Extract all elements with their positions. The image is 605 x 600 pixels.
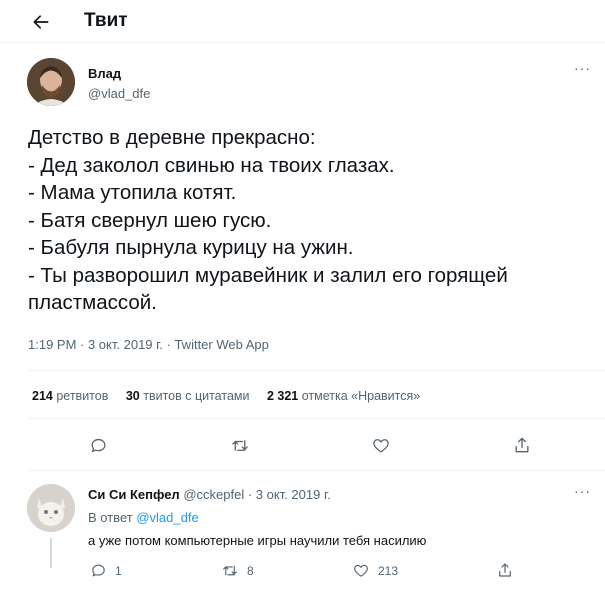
tweet-stats: 214 ретвитов 30 твитов с цитатами 2 321 … <box>32 389 434 403</box>
more-options-button[interactable]: ··· <box>574 60 591 76</box>
thread-line <box>50 538 52 568</box>
tweet-line: - Дед заколол свинью на твоих глазах. <box>28 153 395 177</box>
author-avatar[interactable] <box>27 58 75 106</box>
reply-share-button[interactable] <box>496 561 514 579</box>
retweet-button[interactable] <box>230 436 250 455</box>
share-button[interactable] <box>512 435 532 455</box>
quotes-stat[interactable]: 30 твитов с цитатами <box>126 389 250 403</box>
like-icon <box>373 439 389 453</box>
separator: · <box>244 487 256 502</box>
reply-to-line: В ответ @vlad_dfe <box>88 510 199 525</box>
tweet-line: - Мама утопила котят. <box>28 181 237 204</box>
tweet-line: - Батя свернул шею гусю. <box>28 208 272 232</box>
likes-stat[interactable]: 2 321 отметка «Нравится» <box>267 389 420 403</box>
tweet-line: - Ты разворошил муравейник и залил его г… <box>28 263 508 287</box>
retweet-icon <box>232 440 248 451</box>
reply-retweet-button[interactable]: 8 <box>221 562 254 579</box>
reply-author-name[interactable]: Си Си Кепфел <box>88 487 180 502</box>
reply-count: 1 <box>115 563 122 578</box>
reply-more-options-button[interactable]: ··· <box>574 483 591 499</box>
arrow-left-icon <box>33 15 49 29</box>
share-icon <box>499 563 511 577</box>
divider <box>28 470 605 471</box>
reply-like-button[interactable]: 213 <box>352 562 398 579</box>
tweet-line: Детство в деревне прекрасно: <box>28 126 316 149</box>
tweet-text: Детство в деревне прекрасно: - Дед закол… <box>28 124 588 317</box>
reply-button[interactable] <box>89 436 108 455</box>
reply-author-handle[interactable]: @cckepfel <box>183 487 244 502</box>
tweet-line: - Бабуля пырнула курицу на ужин. <box>28 236 354 259</box>
tweet-timestamp[interactable]: 1:19 PM · 3 окт. 2019 г. · Twitter Web A… <box>28 337 269 352</box>
like-icon <box>354 564 368 577</box>
reply-icon <box>92 564 105 577</box>
reply-to-label: В ответ <box>88 510 133 525</box>
reply-icon <box>91 438 106 453</box>
retweet-icon <box>223 565 237 576</box>
reply-text: а уже потом компьютерные игры научили те… <box>88 533 427 548</box>
back-button[interactable] <box>28 9 54 35</box>
reply-date[interactable]: 3 окт. 2019 г. <box>256 487 331 502</box>
page-title: Твит <box>84 10 128 31</box>
retweets-stat[interactable]: 214 ретвитов <box>32 389 108 403</box>
reply-header: Си Си Кепфел @cckepfel · 3 окт. 2019 г. <box>88 487 331 502</box>
divider <box>28 418 605 419</box>
author-handle[interactable]: @vlad_dfe <box>88 86 150 101</box>
like-button[interactable] <box>371 436 391 455</box>
retweet-count: 8 <box>247 563 254 578</box>
like-count: 213 <box>378 563 399 578</box>
reply-avatar[interactable] <box>27 484 75 532</box>
author-name[interactable]: Влад <box>88 66 121 81</box>
divider <box>28 370 605 371</box>
share-icon <box>515 437 529 453</box>
reply-to-handle-link[interactable]: @vlad_dfe <box>136 510 198 525</box>
tweet-line: пластмассой. <box>28 291 157 314</box>
reply-reply-button[interactable]: 1 <box>90 562 122 579</box>
page-header: Твит <box>0 0 605 43</box>
